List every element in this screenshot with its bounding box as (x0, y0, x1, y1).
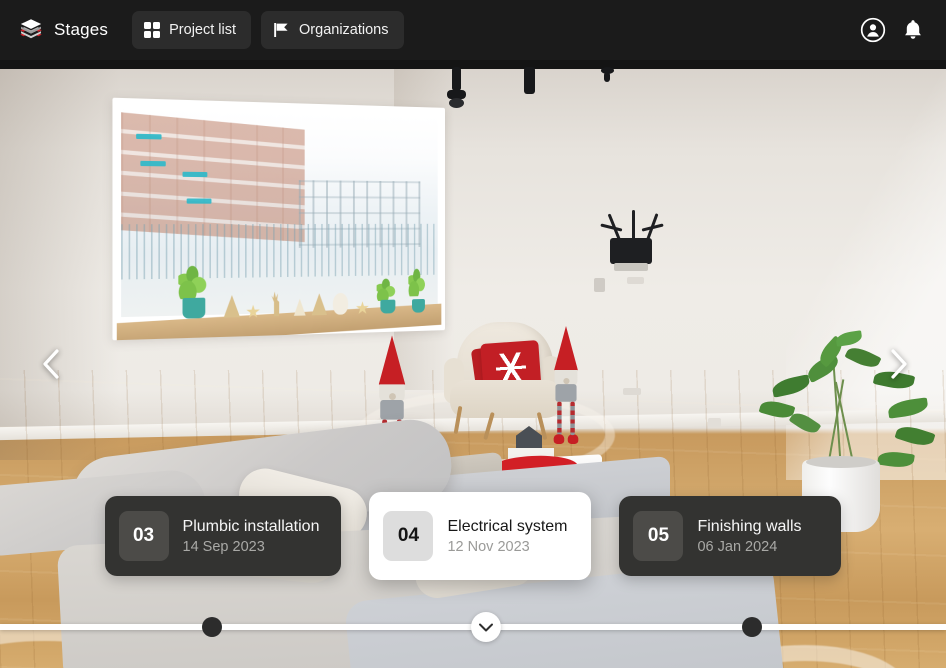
stage-date: 12 Nov 2023 (447, 538, 530, 555)
nav-button-organizations-label: Organizations (299, 22, 389, 38)
stage-date: 14 Sep 2023 (182, 538, 265, 555)
brick-label-2 (140, 160, 166, 167)
top-navigation-bar: Stages Project list Organizations (0, 0, 946, 60)
nav-button-organizations[interactable]: Organizations (261, 11, 404, 49)
ceiling-spotlight-2 (524, 67, 535, 94)
stage-card-carousel: 03 Plumbic installation 14 Sep 2023 04 E… (0, 488, 946, 584)
stage-number-badge: 03 (118, 511, 169, 561)
stage-timeline[interactable] (0, 612, 946, 642)
window-plant-pot-1 (182, 297, 206, 319)
gnome-hat (378, 335, 406, 387)
router-antenna-2 (632, 210, 635, 240)
window-wooden-tree-2 (293, 298, 306, 316)
stage-card-text: Plumbic installation 14 Sep 2023 (183, 518, 320, 555)
brick-label-1 (136, 133, 162, 140)
ceiling-track (0, 60, 946, 69)
gnome-body (555, 384, 577, 402)
chevron-left-icon (40, 347, 64, 381)
wall-outlet-1 (627, 277, 644, 284)
window-snowman (332, 292, 349, 315)
window-wooden-tree-1 (223, 294, 241, 318)
chevron-right-icon (886, 347, 910, 381)
router-mount (614, 263, 648, 271)
window (112, 97, 445, 341)
wall-switch (594, 278, 605, 292)
window-plant-leaves-2 (376, 277, 398, 301)
ceiling-spotlight-1-lens (449, 98, 464, 108)
timeline-collapse-button[interactable] (471, 612, 501, 642)
wifi-router (610, 238, 652, 264)
gnome-body (380, 400, 404, 420)
bell-icon (900, 17, 926, 43)
gnome-hat (553, 326, 579, 372)
ceiling-spotlight-1 (452, 67, 461, 91)
nav-button-project-list-label: Project list (169, 22, 237, 38)
window-plant-pot-2 (380, 299, 396, 314)
stage-card-text: Finishing walls 06 Jan 2024 (697, 518, 801, 555)
chevron-down-icon (478, 622, 494, 633)
wall-outlet-2 (623, 388, 641, 395)
stage-card-03[interactable]: 03 Plumbic installation 14 Sep 2023 (104, 496, 342, 576)
brand-name: Stages (54, 20, 109, 39)
gnome-shoe-right (567, 434, 579, 444)
stage-date: 06 Jan 2024 (697, 538, 778, 555)
christmas-gnome-right (553, 326, 579, 444)
stage-title: Electrical system (447, 517, 568, 535)
window-plant-leaves-3 (408, 267, 427, 297)
ceiling-spotlight-3-arm (604, 72, 610, 82)
stage-card-04[interactable]: 04 Electrical system 12 Nov 2023 (369, 492, 592, 580)
stage-photo-viewer[interactable]: 03 Plumbic installation 14 Sep 2023 04 E… (0, 60, 946, 668)
previous-stage-button[interactable] (32, 340, 72, 388)
window-plant-leaves-1 (178, 263, 210, 300)
stage-number-badge: 04 (383, 511, 434, 561)
window-plant-pot-3 (412, 298, 425, 313)
window-wooden-tree-3 (311, 293, 328, 316)
brick-label-3 (182, 171, 208, 178)
notifications-button[interactable] (896, 13, 930, 47)
app-root: Stages Project list Organizations 03 Plu… (0, 0, 946, 668)
gnome-nose (388, 393, 396, 401)
stage-number-badge: 05 (633, 511, 684, 561)
account-button[interactable] (856, 13, 890, 47)
wall-outlet-3 (708, 418, 721, 427)
gnome-legs (553, 401, 579, 444)
armchair-seat (450, 380, 562, 418)
layers-icon (18, 17, 44, 43)
nav-button-project-list[interactable]: Project list (132, 11, 252, 49)
brand-logo[interactable]: Stages (18, 17, 108, 43)
flag-icon (273, 22, 290, 38)
account-circle-icon (860, 17, 886, 43)
fence-outside (121, 223, 438, 280)
stage-title: Finishing walls (697, 517, 802, 535)
next-stage-button[interactable] (878, 340, 918, 388)
timeline-marker-1[interactable] (201, 617, 222, 637)
grid-icon (144, 22, 161, 38)
stage-card-text: Electrical system 12 Nov 2023 (447, 518, 567, 555)
brick-pallets-outside (121, 112, 305, 243)
stage-card-05[interactable]: 05 Finishing walls 06 Jan 2024 (619, 496, 842, 576)
brick-label-4 (186, 198, 212, 204)
timeline-marker-2[interactable] (742, 617, 763, 637)
gnome-shoe-left (553, 434, 565, 444)
stage-title: Plumbic installation (182, 517, 320, 535)
